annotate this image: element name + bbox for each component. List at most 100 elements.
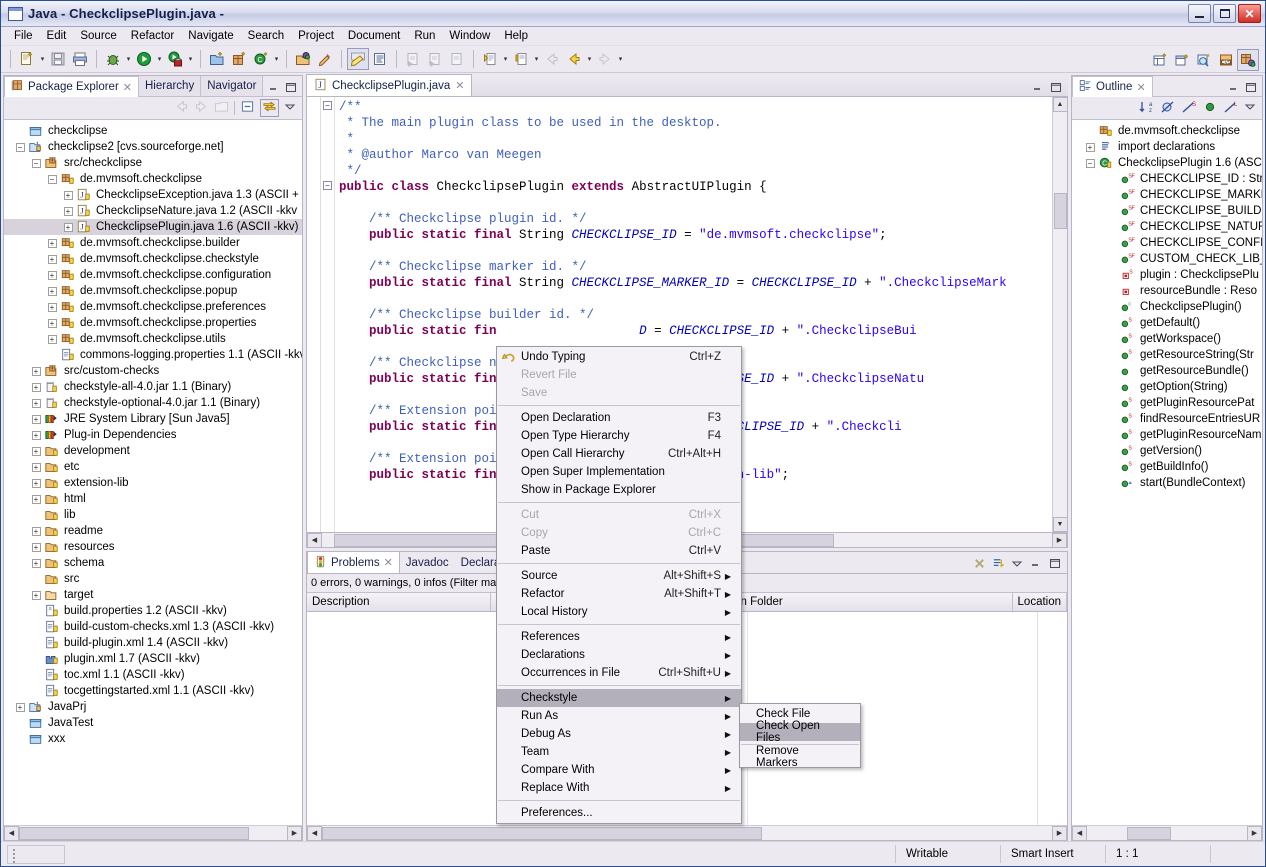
tree-item[interactable]: SgetResourceString(Str	[1072, 347, 1262, 363]
menu-item-local-history[interactable]: Local History ▶	[497, 603, 741, 621]
expand-icon[interactable]: +	[44, 267, 60, 283]
tree-item[interactable]: xxx	[4, 731, 302, 747]
menu-item-open-call-hierarchy[interactable]: Open Call Hierarchy Ctrl+Alt+H	[497, 445, 741, 463]
tree-item[interactable]: 0, build.properties 1.2 (ASCII -kkv)	[4, 603, 302, 619]
tree-item[interactable]: − checkclipse2 [cvs.sourceforge.net]	[4, 139, 302, 155]
tree-item[interactable]: SgetWorkspace()	[1072, 331, 1262, 347]
expand-icon[interactable]: +	[28, 459, 44, 475]
collapse-icon[interactable]: −	[44, 171, 60, 187]
expand-icon[interactable]: +	[28, 523, 44, 539]
tree-item[interactable]: − C CheckclipsePlugin 1.6 (ASC	[1072, 155, 1262, 171]
cvs-repository-icon[interactable]: CVS	[1215, 49, 1237, 71]
menu-file[interactable]: File	[7, 28, 40, 44]
tree-item[interactable]: S F CUSTOM_CHECK_LIB_	[1072, 251, 1262, 267]
menu-item-open-super-implementation[interactable]: Open Super Implementation	[497, 463, 741, 481]
scroll-up-button[interactable]: ▲	[1052, 97, 1068, 112]
view-menu-icon[interactable]	[1011, 558, 1023, 572]
tree-item[interactable]: + de.mvmsoft.checkclipse.configuration	[4, 267, 302, 283]
tab-checkclipseplugin-java[interactable]: J CheckclipsePlugin.java ✕	[306, 74, 473, 96]
expand-icon[interactable]: +	[28, 363, 44, 379]
collapse-all-icon[interactable]	[240, 100, 255, 116]
tree-item[interactable]: + checkstyle-optional-4.0.jar 1.1 (Binary…	[4, 395, 302, 411]
next-item-dropdown-icon[interactable]: ▾	[501, 48, 510, 70]
forward-dropdown-icon[interactable]: ▾	[616, 48, 625, 70]
expand-icon[interactable]: +	[44, 299, 60, 315]
tree-item[interactable]: + de.mvmsoft.checkclipse.checkstyle	[4, 251, 302, 267]
expand-icon[interactable]: +	[28, 555, 44, 571]
new-view-icon[interactable]	[1149, 49, 1171, 71]
menu-item-paste[interactable]: Paste Ctrl+V	[497, 542, 741, 560]
expand-icon[interactable]: +	[28, 395, 44, 411]
tree-item[interactable]: + checkstyle-all-4.0.jar 1.1 (Binary)	[4, 379, 302, 395]
new-java-project-icon[interactable]	[206, 48, 228, 70]
collapse-icon[interactable]: −	[1082, 155, 1098, 171]
open-perspective-icon[interactable]	[1193, 49, 1215, 71]
close-icon[interactable]: ✕	[1136, 81, 1145, 94]
menu-item-source[interactable]: Source Alt+Shift+S ▶	[497, 567, 741, 585]
tab-javadoc[interactable]: Javadoc	[400, 552, 455, 573]
tree-item[interactable]: + Plug-in Dependencies	[4, 427, 302, 443]
last-edit-icon[interactable]	[446, 48, 468, 70]
expand-icon[interactable]: +	[28, 491, 44, 507]
collapse-icon[interactable]: −	[12, 139, 28, 155]
tree-item[interactable]: getResourceBundle()	[1072, 363, 1262, 379]
tree-item[interactable]: S F CHECKCLIPSE_NATUR	[1072, 219, 1262, 235]
tree-item[interactable]: + src/custom-checks	[4, 363, 302, 379]
tree-item[interactable]: + import declarations	[1072, 139, 1262, 155]
minimize-icon[interactable]	[267, 82, 280, 96]
package-explorer-hscrollbar[interactable]: ◀ ▶	[4, 825, 302, 841]
scroll-right-button[interactable]: ▶	[1052, 532, 1067, 548]
menu-project[interactable]: Project	[291, 28, 341, 44]
editor-context-menu[interactable]: Undo Typing Ctrl+Z Revert File Save Open Dec…	[496, 346, 742, 824]
editor-vscrollbar[interactable]: ▲ ▼	[1052, 97, 1068, 532]
problems-hscrollbar[interactable]: ◀ ▶	[307, 825, 1067, 841]
maximize-button[interactable]	[1213, 4, 1236, 23]
minimize-icon[interactable]	[1227, 82, 1240, 96]
tree-item[interactable]: + extension-lib	[4, 475, 302, 491]
new-package-icon[interactable]	[228, 48, 250, 70]
external-tools-icon[interactable]	[164, 48, 186, 70]
tree-item[interactable]: c CheckclipsePlugin()	[1072, 299, 1262, 315]
back-dropdown-icon[interactable]: ▾	[585, 48, 594, 70]
menu-item-run-as[interactable]: Run As ▶	[497, 707, 741, 725]
tab-package-explorer[interactable]: Package Explorer ✕	[4, 76, 139, 97]
maximize-icon[interactable]	[1049, 82, 1062, 96]
java-perspective-icon[interactable]	[1237, 48, 1259, 71]
expand-icon[interactable]: +	[60, 219, 76, 235]
back-icon[interactable]	[541, 48, 563, 70]
hide-nonpublic-icon[interactable]	[1202, 100, 1218, 117]
expand-icon[interactable]: +	[12, 699, 28, 715]
tree-item[interactable]: − src/checkclipse	[4, 155, 302, 171]
column-description[interactable]: Description	[307, 593, 491, 611]
tree-item[interactable]: + etc	[4, 459, 302, 475]
expand-icon[interactable]: +	[44, 331, 60, 347]
expand-icon[interactable]: +	[28, 411, 44, 427]
save-icon[interactable]	[47, 48, 69, 70]
external-tools-dropdown-icon[interactable]: ▾	[186, 48, 195, 70]
hscroll-thumb[interactable]	[1127, 826, 1171, 840]
forward-icon[interactable]	[194, 100, 209, 116]
expand-icon[interactable]: +	[60, 203, 76, 219]
tree-item[interactable]: + de.mvmsoft.checkclipse.builder	[4, 235, 302, 251]
tree-item[interactable]: S F CHECKCLIPSE_BUILDE	[1072, 203, 1262, 219]
tree-item[interactable]: toc.xml 1.1 (ASCII -kkv)	[4, 667, 302, 683]
annotation-ruler[interactable]	[307, 97, 321, 532]
tree-item[interactable]: commons-logging.properties 1.1 (ASCII -k…	[4, 347, 302, 363]
expand-icon[interactable]: +	[44, 315, 60, 331]
hide-local-types-icon[interactable]: L	[1223, 100, 1239, 117]
previous-item-dropdown-icon[interactable]: ▾	[532, 48, 541, 70]
scroll-left-button[interactable]: ◀	[307, 532, 322, 548]
view-menu-icon[interactable]	[1244, 101, 1256, 115]
print-icon[interactable]	[69, 48, 91, 70]
tree-item[interactable]: + readme	[4, 523, 302, 539]
fold-collapse-icon[interactable]: −	[323, 101, 332, 110]
tree-item[interactable]: lib	[4, 507, 302, 523]
minimize-button[interactable]	[1188, 4, 1211, 23]
menu-item-references[interactable]: References ▶	[497, 628, 741, 646]
tree-item[interactable]: SgetVersion()	[1072, 443, 1262, 459]
tree-item[interactable]: resourceBundle : Reso	[1072, 283, 1262, 299]
maximize-icon[interactable]	[1048, 558, 1061, 572]
menu-item-remove-markers[interactable]: Remove Markers	[740, 745, 860, 769]
menu-item-undo-typing[interactable]: Undo Typing Ctrl+Z	[497, 348, 741, 366]
expand-icon[interactable]: +	[44, 283, 60, 299]
